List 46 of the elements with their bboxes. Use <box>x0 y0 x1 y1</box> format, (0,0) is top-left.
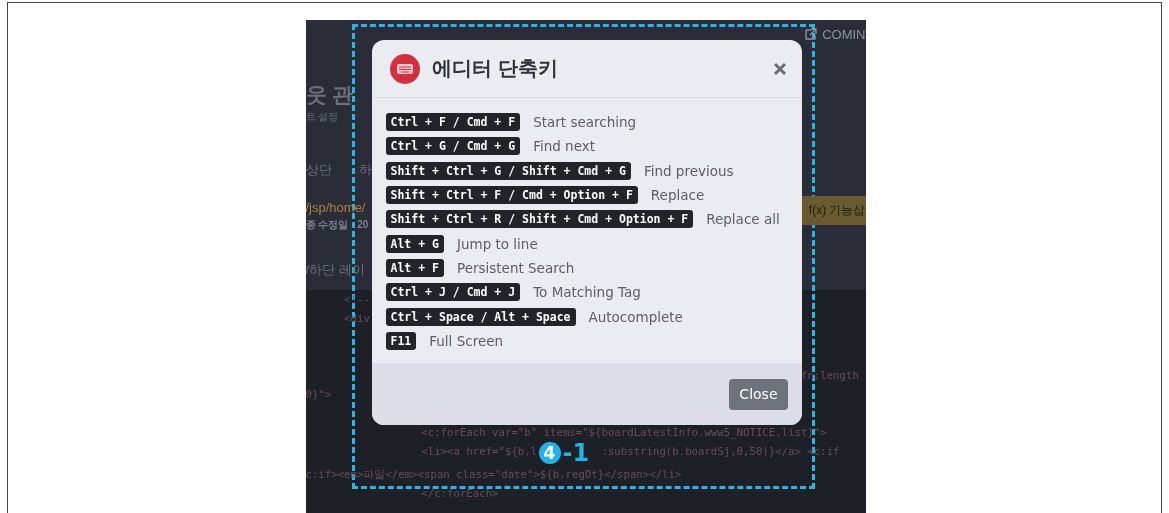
shortcut-description: Persistent Search <box>456 259 575 276</box>
shortcut-description: Replace all <box>706 211 780 228</box>
file-path: /jsp/home/ <box>305 199 366 217</box>
key-combination: Alt + F <box>385 258 444 277</box>
code-text: <div <box>343 311 370 327</box>
shortcut-description: Start searching <box>533 114 637 131</box>
shortcut-description: To Matching Tag <box>533 284 641 301</box>
close-button[interactable] <box>771 60 788 77</box>
code-text: </c:forEach> <box>420 486 499 502</box>
step-label: -1 <box>562 442 590 464</box>
external-link-icon <box>804 27 819 41</box>
code-text: fn:length <box>799 368 859 384</box>
code-text: 0}"> <box>305 387 332 403</box>
shortcut-description: Autocomplete <box>588 308 683 325</box>
shortcut-description: Full Screen <box>429 332 504 349</box>
keyboard-icon <box>389 53 420 84</box>
tab[interactable]: 하 <box>358 160 372 180</box>
key-combination: Ctrl + J / Cmd + J <box>385 283 521 302</box>
dialog-title: 에디터 단축키 <box>431 55 560 82</box>
step-badge: 4 <box>538 442 561 464</box>
code-text: :substring(b.boardSj,0,50)}</a> <c:if <box>601 444 840 460</box>
page-title: 웃 관 <box>305 82 354 108</box>
close-button[interactable]: Close <box>729 378 788 410</box>
key-combination: Shift + Ctrl + F / Cmd + Option + F <box>385 186 638 205</box>
code-text: <c:forEach var="b" items="${boardLatestInfo.www5_NOTICE.list}"> <box>420 425 827 441</box>
shortcut-description: Replace <box>650 187 705 204</box>
key-combination: Shift + Ctrl + R / Shift + Cmd + Option + F <box>385 210 694 229</box>
code-text: c:if><em>파일</em><span class="date">${b.regDt}</span></li> <box>305 467 682 483</box>
shortcut-description: Jump to line <box>456 235 538 252</box>
external-link[interactable]: COMIN <box>804 26 866 42</box>
key-combination: Shift + Ctrl + G / Shift + Cmd + G <box>385 161 631 180</box>
shortcut-description: Find previous <box>643 162 734 179</box>
code-text: <!-- <box>343 292 370 308</box>
key-combination: Ctrl + G / Cmd + G <box>385 137 521 156</box>
key-combination: F11 <box>385 331 417 350</box>
key-combination: Alt + G <box>385 234 444 253</box>
function-insert-button[interactable]: f(x) 기능삽 <box>800 196 866 225</box>
close-icon <box>772 61 787 76</box>
code-text: <li><a href="${b.l <box>420 444 538 460</box>
modified-date: 종 수정일 : 20 <box>305 218 369 232</box>
shortcut-description: Find next <box>533 138 595 155</box>
tab[interactable]: 상단 <box>305 160 332 180</box>
key-combination: Ctrl + F / Cmd + F <box>385 113 521 132</box>
page-subtitle: 트 설정 <box>305 110 339 124</box>
section-label: /하단 레이 <box>305 261 365 279</box>
key-combination: Ctrl + Space / Alt + Space <box>385 307 576 326</box>
